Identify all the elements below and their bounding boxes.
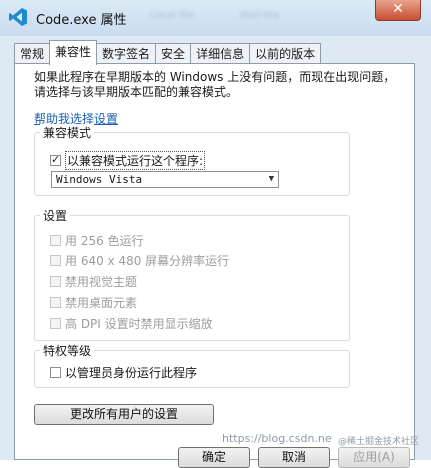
checkbox [50,297,61,308]
checkbox [50,276,61,287]
tab-compatibility[interactable]: 兼容性 [49,40,98,65]
tab-details[interactable]: 详细信息 [190,43,251,65]
run-as-admin-label: 以管理员身份运行此程序 [65,366,198,380]
watermark-url: https://blog.csdn.ne [222,432,332,445]
dropdown-arrow-icon: ▼ [268,174,274,184]
cancel-button[interactable]: 取消 [258,447,330,468]
setting-label: 用 640 x 480 屏幕分辨率运行 [65,254,230,268]
close-icon: ✕ [392,1,404,17]
compat-mode-group-title: 兼容模式 [40,124,95,141]
run-as-admin-checkbox[interactable] [50,367,61,378]
compat-mode-checkbox[interactable] [50,153,61,166]
setting-640x480: 用 640 x 480 屏幕分辨率运行 [50,252,229,269]
os-version-selected-value: Windows Vista [56,173,143,186]
os-version-select[interactable]: Windows Vista ▼ [51,171,279,188]
checkbox [50,255,61,266]
ok-button[interactable]: 确定 [178,447,250,468]
title-bar[interactable]: Code.exe 属性 Local file Mail-lite ✕ [0,0,431,36]
intro-text: 如果此程序在早期版本的 Windows 上没有问题，而现在出现问题，请选择与该早… [34,70,396,99]
setting-256-colors: 用 256 色运行 [50,232,144,249]
tab-previous-versions[interactable]: 以前的版本 [249,43,322,65]
setting-label: 高 DPI 设置时禁用显示缩放 [65,317,213,331]
setting-disable-desktop-composition: 禁用桌面元素 [50,294,137,311]
tab-digital-signature[interactable]: 数字签名 [96,43,157,65]
close-button[interactable]: ✕ [375,0,421,21]
blurred-background-text: Mail-lite [240,10,280,21]
watermark-credit: @稀土掘金技术社区 [338,437,420,447]
setting-label: 禁用视觉主题 [65,275,138,289]
vscode-app-icon [9,8,27,26]
tab-strip: 常规 兼容性 数字签名 安全 详细信息 以前的版本 [14,40,322,65]
setting-disable-dpi-scaling: 高 DPI 设置时禁用显示缩放 [50,315,213,332]
checkbox [50,318,61,329]
run-as-admin-row[interactable]: 以管理员身份运行此程序 [50,364,197,381]
privilege-group-title: 特权等级 [40,342,95,359]
compat-mode-checkbox-row[interactable]: 以兼容模式运行这个程序: [50,151,206,170]
setting-disable-visual-themes: 禁用视觉主题 [50,273,137,290]
apply-button[interactable]: 应用(A) [338,447,410,468]
tab-security[interactable]: 安全 [155,43,192,65]
tab-general[interactable]: 常规 [14,43,51,65]
window-title: Code.exe 属性 [36,13,127,28]
settings-group-title: 设置 [40,207,71,224]
compat-mode-checkbox-label: 以兼容模式运行这个程序: [65,151,206,170]
checkbox [50,235,61,246]
setting-label: 用 256 色运行 [65,234,144,248]
blurred-background-text: Local file [150,10,195,21]
setting-label: 禁用桌面元素 [65,296,138,310]
change-all-users-button[interactable]: 更改所有用户的设置 [34,404,214,425]
